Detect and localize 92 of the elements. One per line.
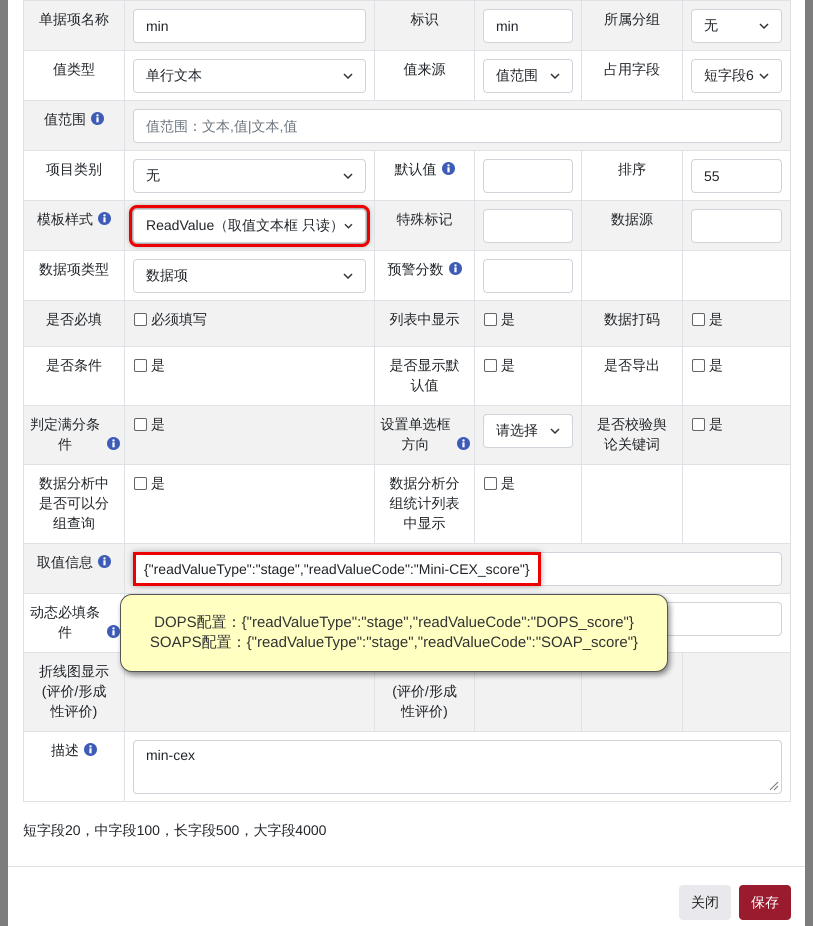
field-label: 是否导出: [604, 357, 660, 373]
field-label: 设置单选框方向: [380, 415, 452, 454]
checkbox-option[interactable]: 是: [483, 309, 515, 329]
field-label: 折线图显示(评价/形成性评价): [39, 663, 109, 719]
chevron-icon: [343, 73, 353, 79]
chevron-icon: [759, 73, 769, 79]
field-label: (评价/形成性评价): [392, 683, 457, 719]
checkbox[interactable]: [692, 358, 705, 372]
chevron-icon: [343, 173, 353, 179]
info-icon[interactable]: [107, 437, 120, 450]
field-label: 数据打码: [604, 311, 660, 327]
field-label: 项目类别: [46, 161, 102, 177]
tooltip-line: SOAPS配置：{"readValueType":"stage","readValueCode":"SOAP_score"}: [150, 633, 638, 653]
input-field[interactable]: [483, 159, 573, 193]
field-label: 所属分组: [604, 11, 660, 27]
field-label: 动态必填条件: [29, 603, 101, 642]
input-field[interactable]: min: [133, 9, 366, 43]
info-icon[interactable]: [98, 212, 111, 225]
checkbox[interactable]: [134, 476, 147, 490]
input-field[interactable]: 55: [691, 159, 782, 193]
field-label: 是否显示默认值: [390, 357, 460, 393]
input-field[interactable]: 值范围：文本,值|文本,值: [133, 109, 782, 143]
field-label: 占用字段: [604, 61, 660, 77]
field-label: 数据项类型: [39, 261, 109, 277]
select-field[interactable]: 无: [133, 159, 366, 193]
info-icon[interactable]: [442, 162, 454, 175]
checkbox-option[interactable]: 必须填写: [133, 309, 207, 329]
input-field[interactable]: [691, 209, 782, 243]
field-label: 取值信息: [37, 553, 93, 572]
chevron-icon: [550, 428, 560, 434]
checkbox-option[interactable]: 是: [691, 309, 723, 329]
checkbox[interactable]: [484, 476, 497, 490]
info-icon[interactable]: [84, 743, 97, 756]
checkbox-option[interactable]: 是: [483, 355, 515, 375]
select-field[interactable]: 短字段6: [691, 59, 782, 93]
field-label: 数据分析中是否可以分组查询: [39, 475, 109, 531]
description-textarea[interactable]: min-cex: [133, 740, 782, 794]
select-field[interactable]: 请选择: [483, 414, 573, 448]
chevron-icon: [344, 223, 353, 229]
resize-grip-icon[interactable]: [769, 781, 779, 791]
checkbox-option[interactable]: 是: [691, 414, 723, 434]
checkbox[interactable]: [134, 358, 147, 372]
field-label: 值类型: [53, 61, 95, 77]
highlight-frame: {"readValueType":"stage","readValueCode":"Mini-CEX_score"}: [136, 555, 538, 583]
field-label: 列表中显示: [390, 311, 460, 327]
checkbox-option[interactable]: 是: [133, 355, 165, 375]
checkbox[interactable]: [134, 312, 147, 326]
chevron-icon: [343, 273, 353, 279]
chevron-icon: [759, 23, 769, 29]
field-label: 默认值: [394, 160, 436, 179]
input-field[interactable]: [483, 209, 573, 243]
checkbox[interactable]: [692, 312, 705, 326]
select-field[interactable]: 数据项: [133, 259, 366, 293]
close-button[interactable]: 关闭: [679, 885, 731, 920]
field-label: 排序: [618, 161, 646, 177]
info-icon[interactable]: [107, 625, 120, 638]
field-label: 是否校验舆论关键词: [597, 416, 667, 452]
field-label: 是否必填: [46, 311, 102, 327]
tooltip-line: DOPS配置：{"readValueType":"stage","readValueCode":"DOPS_score"}: [154, 613, 634, 633]
field-label: 特殊标记: [396, 211, 452, 227]
field-label: 数据源: [611, 211, 653, 227]
info-icon[interactable]: [98, 555, 111, 568]
info-icon[interactable]: [457, 437, 470, 450]
field-label: 预警分数: [388, 260, 444, 279]
chevron-icon: [550, 73, 560, 79]
select-field[interactable]: 值范围: [483, 59, 573, 93]
field-label: 值范围: [44, 110, 86, 129]
checkbox[interactable]: [484, 312, 497, 326]
checkbox-option[interactable]: 是: [691, 355, 723, 375]
input-field[interactable]: {"readValueType":"stage","readValueCode":"Mini-CEX_score"}: [133, 552, 782, 586]
select-field[interactable]: 无: [691, 9, 782, 43]
input-field[interactable]: min: [483, 9, 573, 43]
field-label: 模板样式: [37, 210, 93, 229]
field-size-note: 短字段20，中字段100，长字段500，大字段4000: [22, 821, 328, 840]
checkbox-option[interactable]: 是: [483, 473, 515, 493]
field-label: 描述: [51, 741, 79, 760]
field-label: 判定满分条件: [29, 415, 101, 454]
field-label: 单据项名称: [39, 11, 109, 27]
field-label: 数据分析分组统计列表中显示: [390, 475, 460, 531]
field-label: 是否条件: [46, 357, 102, 373]
checkbox[interactable]: [134, 418, 147, 430]
save-button[interactable]: 保存: [739, 885, 791, 920]
checkbox-option[interactable]: 是: [133, 414, 165, 434]
input-field[interactable]: [483, 259, 573, 293]
checkbox[interactable]: [692, 418, 705, 430]
info-icon[interactable]: [448, 262, 462, 275]
checkbox-option[interactable]: 是: [133, 473, 165, 493]
select-field[interactable]: 单行文本: [133, 59, 366, 93]
field-label: 值来源: [404, 61, 446, 77]
checkbox[interactable]: [484, 358, 497, 372]
field-label: 标识: [410, 11, 438, 27]
info-icon[interactable]: [91, 112, 104, 125]
